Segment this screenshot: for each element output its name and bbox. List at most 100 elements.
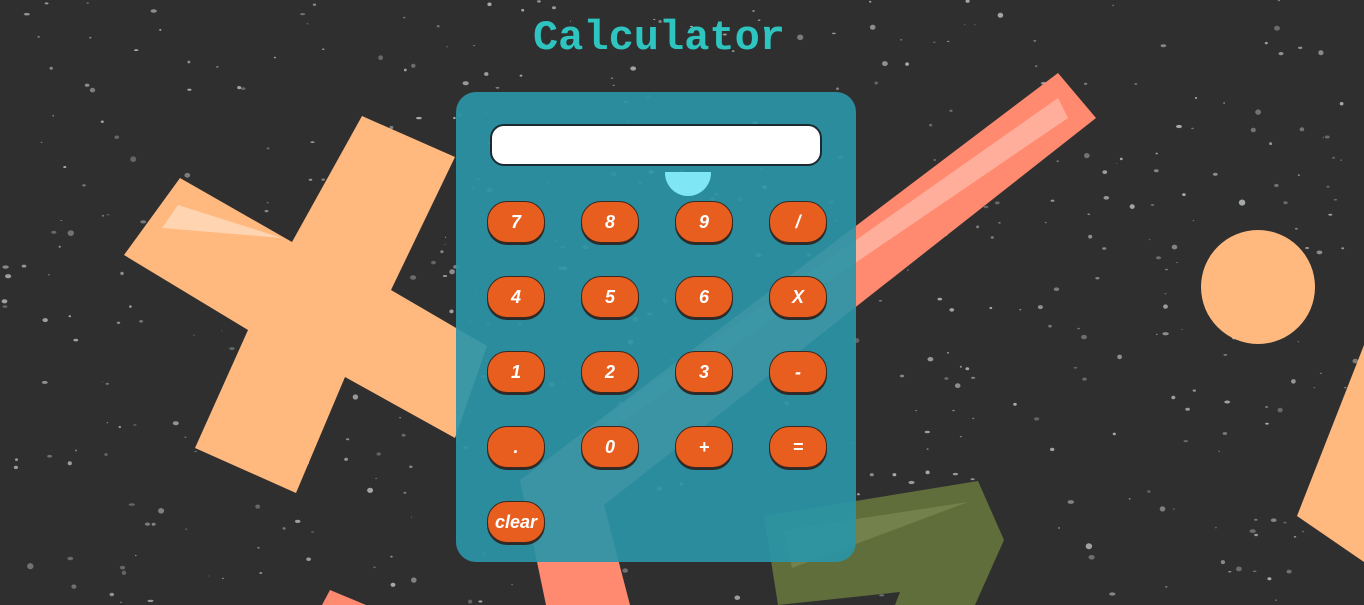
speckle xyxy=(442,275,448,277)
speckle xyxy=(390,582,396,587)
speckle xyxy=(147,599,154,603)
key-7-button[interactable]: 7 xyxy=(487,201,545,243)
key-3-button[interactable]: 3 xyxy=(675,351,733,393)
speckle xyxy=(1037,305,1043,310)
speckle xyxy=(308,178,313,181)
speckle xyxy=(49,66,53,70)
speckle xyxy=(1153,169,1159,173)
speckle xyxy=(130,156,137,163)
speckle xyxy=(1318,50,1324,56)
speckle xyxy=(109,592,115,597)
speckle xyxy=(259,572,263,574)
speckle xyxy=(255,504,261,509)
speckle xyxy=(1102,247,1107,250)
key-9-button[interactable]: 9 xyxy=(675,201,733,243)
speckle xyxy=(84,83,90,87)
key-2-button[interactable]: 2 xyxy=(581,351,639,393)
speckle xyxy=(312,3,317,6)
speckle xyxy=(536,0,541,3)
speckle xyxy=(1048,324,1052,328)
speckle xyxy=(972,417,975,420)
key-8-button[interactable]: 8 xyxy=(581,201,639,243)
speckle xyxy=(1035,65,1038,68)
speckle xyxy=(1249,529,1256,533)
key-multiply-button[interactable]: X xyxy=(769,276,827,318)
speckle xyxy=(495,86,500,89)
speckle xyxy=(521,8,525,12)
speckle xyxy=(1117,354,1122,360)
speckle xyxy=(1218,450,1220,452)
speckle xyxy=(1185,407,1190,411)
speckle xyxy=(1252,570,1257,573)
speckle xyxy=(1214,526,1217,529)
speckle xyxy=(1316,250,1323,255)
speckle xyxy=(970,478,975,481)
clear-button[interactable]: clear xyxy=(487,501,545,543)
speckle xyxy=(44,2,49,5)
speckle xyxy=(878,300,883,302)
speckle xyxy=(1050,447,1055,452)
speckle xyxy=(120,271,124,276)
speckle xyxy=(193,334,195,336)
speckle xyxy=(1238,199,1246,206)
speckle xyxy=(128,503,135,506)
speckle xyxy=(1165,585,1168,588)
speckle xyxy=(1192,389,1197,392)
calculator-display-input[interactable] xyxy=(490,124,822,166)
speckle xyxy=(869,473,874,477)
speckle xyxy=(551,6,557,10)
speckle xyxy=(449,309,454,314)
speckle xyxy=(933,159,936,161)
speckle xyxy=(401,433,406,437)
speckle xyxy=(1053,287,1060,292)
key-minus-button[interactable]: - xyxy=(769,351,827,393)
speckle xyxy=(1085,543,1093,550)
speckle xyxy=(440,250,444,254)
speckle xyxy=(86,2,89,5)
speckle xyxy=(375,477,377,479)
key-equals-button[interactable]: = xyxy=(769,426,827,468)
speckle xyxy=(47,454,52,458)
speckle xyxy=(1212,172,1218,176)
peach-edge-shape xyxy=(1297,345,1364,562)
key-decimal-button[interactable]: . xyxy=(487,426,545,468)
speckle xyxy=(949,308,955,312)
speckle xyxy=(929,123,933,127)
speckle xyxy=(1128,498,1131,500)
speckle xyxy=(487,2,492,7)
speckle xyxy=(994,201,1000,205)
speckle xyxy=(1083,82,1088,85)
speckle xyxy=(266,147,270,150)
page-title: Calculator xyxy=(532,14,786,62)
key-divide-button[interactable]: / xyxy=(769,201,827,243)
speckle xyxy=(121,570,127,575)
speckle xyxy=(1301,530,1305,533)
speckle xyxy=(1191,127,1194,130)
key-4-button[interactable]: 4 xyxy=(487,276,545,318)
speckle xyxy=(1339,102,1344,106)
key-plus-button[interactable]: + xyxy=(675,426,733,468)
speckle xyxy=(104,453,108,456)
speckle xyxy=(266,201,269,204)
speckle xyxy=(411,577,417,583)
speckle xyxy=(1073,366,1078,369)
speckle xyxy=(952,409,955,412)
key-5-button[interactable]: 5 xyxy=(581,276,639,318)
speckle xyxy=(352,394,359,400)
speckle xyxy=(1267,577,1272,581)
speckle xyxy=(100,120,104,123)
speckle xyxy=(1044,221,1047,224)
key-6-button[interactable]: 6 xyxy=(675,276,733,318)
speckle xyxy=(172,421,179,426)
key-0-button[interactable]: 0 xyxy=(581,426,639,468)
calculator-panel: 7 8 9 / 4 5 6 X 1 2 3-. 0 + = clear xyxy=(456,92,856,562)
speckle xyxy=(924,430,930,434)
speckle xyxy=(1103,196,1110,200)
speckle xyxy=(445,236,447,238)
speckle xyxy=(915,409,918,412)
speckle xyxy=(1265,422,1269,425)
key-1-button[interactable]: 1 xyxy=(487,351,545,393)
speckle xyxy=(1332,156,1335,159)
speckle xyxy=(1176,124,1182,129)
speckle xyxy=(257,546,260,549)
